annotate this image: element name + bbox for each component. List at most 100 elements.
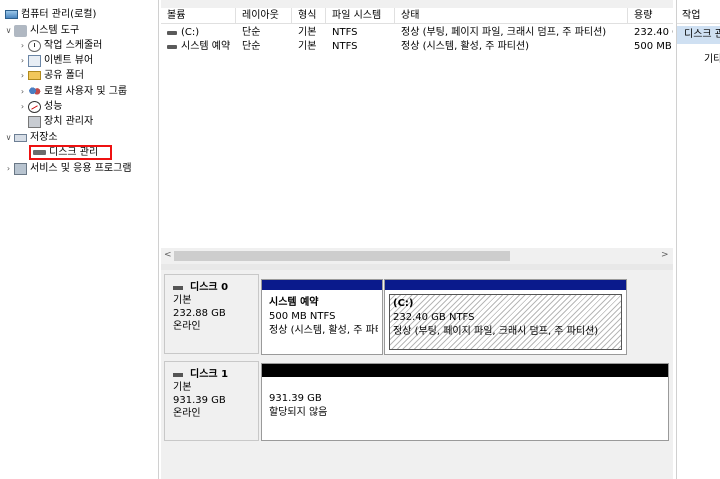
tree-item-task-scheduler[interactable]: › 작업 스케줄러 <box>18 38 102 53</box>
chevron-down-icon[interactable]: ∨ <box>4 130 13 145</box>
tree-item-shared-folders[interactable]: › 공유 폴더 <box>18 68 84 83</box>
actions-more[interactable]: 기타 작업 <box>704 50 720 65</box>
volume-filesystem: NTFS <box>332 41 358 52</box>
pane-splitter[interactable] <box>161 264 673 270</box>
partition-unallocated-info: 931.39 GB 할당되지 않음 <box>266 382 664 436</box>
volume-filesystem: NTFS <box>332 27 358 38</box>
primary-partition-bar <box>262 280 382 290</box>
horizontal-scrollbar[interactable]: < > <box>161 248 673 264</box>
tree-item-services-apps-label: 서비스 및 응용 프로그램 <box>30 163 132 174</box>
tree-item-storage[interactable]: ∨ 저장소 <box>4 130 58 145</box>
partition-size-fs: 500 MB NTFS <box>269 311 336 322</box>
column-header-capacity[interactable]: 용량 <box>628 8 673 24</box>
actions-pane: 작업 디스크 관리 기타 작업 <box>676 0 720 479</box>
partition-unallocated[interactable]: 931.39 GB 할당되지 않음 <box>261 363 669 441</box>
volume-status: 정상 (시스템, 활성, 주 파티션) <box>401 41 530 52</box>
chevron-right-icon[interactable]: › <box>18 53 27 68</box>
disk-1-state: 온라인 <box>173 408 201 419</box>
tree-item-device-manager-label: 장치 관리자 <box>44 116 94 127</box>
tree-item-local-users[interactable]: › 로컬 사용자 및 그룹 <box>18 84 127 99</box>
chevron-right-icon[interactable]: › <box>18 38 27 53</box>
chevron-right-icon[interactable]: › <box>18 84 27 99</box>
performance-icon <box>28 100 41 113</box>
tree-item-task-scheduler-label: 작업 스케줄러 <box>44 40 103 51</box>
primary-partition-bar <box>385 280 626 290</box>
tree-item-system-tools-label: 시스템 도구 <box>30 25 80 36</box>
volume-type: 기본 <box>298 41 317 52</box>
tree-item-storage-label: 저장소 <box>30 132 58 143</box>
partition-system-reserved-info: 시스템 예약 500 MB NTFS 정상 (시스템, 활성, 주 파티션) <box>266 294 378 350</box>
tree-item-event-viewer-label: 이벤트 뷰어 <box>44 55 94 66</box>
disk-management-pane: 볼륨 레이아웃 형식 파일 시스템 상태 용량 (C:) 단순 기본 NTFS … <box>161 0 673 479</box>
volume-icon <box>167 31 177 35</box>
tree-item-system-tools[interactable]: ∨ 시스템 도구 <box>4 23 79 38</box>
tree-item-shared-folders-label: 공유 폴더 <box>44 70 84 81</box>
partition-c-drive[interactable]: (C:) 232.40 GB NTFS 정상 (부팅, 페이지 파일, 크래시 … <box>384 279 627 355</box>
tree-item-performance[interactable]: › 성능 <box>18 99 62 114</box>
services-icon <box>14 162 27 175</box>
chevron-right-icon[interactable]: › <box>4 161 13 176</box>
tree-item-root[interactable]: 컴퓨터 관리(로컬) <box>4 7 96 22</box>
volume-layout: 단순 <box>242 41 261 52</box>
tree-item-performance-label: 성능 <box>44 101 63 112</box>
chevron-right-icon[interactable]: › <box>18 99 27 114</box>
table-row[interactable]: 시스템 예약 단순 기본 NTFS 정상 (시스템, 활성, 주 파티션) 50… <box>161 40 673 54</box>
tree-item-local-users-label: 로컬 사용자 및 그룹 <box>44 86 128 97</box>
partition-c-drive-info: (C:) 232.40 GB NTFS 정상 (부팅, 페이지 파일, 크래시 … <box>389 294 622 350</box>
partition-system-reserved[interactable]: 시스템 예약 500 MB NTFS 정상 (시스템, 활성, 주 파티션) <box>261 279 383 355</box>
column-header-layout[interactable]: 레이아웃 <box>236 8 292 24</box>
volume-name: (C:) <box>181 27 200 38</box>
tree-item-root-label: 컴퓨터 관리(로컬) <box>21 9 97 20</box>
disk-1-label[interactable]: 디스크 1 기본 931.39 GB 온라인 <box>164 361 259 441</box>
tree-item-services-apps[interactable]: › 서비스 및 응용 프로그램 <box>4 161 132 176</box>
disk-0-size: 232.88 GB <box>173 308 226 319</box>
storage-icon <box>14 133 27 142</box>
disk-1-type: 기본 <box>173 382 192 393</box>
disk-0-type: 기본 <box>173 295 192 306</box>
tree-item-event-viewer[interactable]: › 이벤트 뷰어 <box>18 53 93 68</box>
disk-icon <box>173 285 183 290</box>
partition-title: (C:) <box>393 298 414 309</box>
tree-item-device-manager[interactable]: 장치 관리자 <box>27 114 93 129</box>
disk-0-label[interactable]: 디스크 0 기본 232.88 GB 온라인 <box>164 274 259 354</box>
partition-status: 정상 (시스템, 활성, 주 파티션) <box>269 325 378 336</box>
partition-size-fs: 232.40 GB NTFS <box>393 312 475 323</box>
volume-type: 기본 <box>298 27 317 38</box>
disk-icon <box>173 372 183 377</box>
volume-list-header: 볼륨 레이아웃 형식 파일 시스템 상태 용량 <box>161 8 673 24</box>
volume-capacity: 232.40 GB <box>634 27 673 38</box>
scrollbar-thumb[interactable] <box>174 251 510 261</box>
chevron-down-icon[interactable]: ∨ <box>4 23 13 38</box>
disk-1-name: 디스크 1 <box>173 368 258 381</box>
computer-management-icon <box>5 10 18 19</box>
actions-disk-management[interactable]: 디스크 관리 <box>677 26 720 44</box>
actions-title: 작업 <box>677 8 720 24</box>
column-header-status[interactable]: 상태 <box>395 8 628 24</box>
users-icon <box>28 85 41 98</box>
chevron-right-icon[interactable]: › <box>18 68 27 83</box>
column-header-filesystem[interactable]: 파일 시스템 <box>326 8 395 24</box>
event-viewer-icon <box>28 54 41 67</box>
volume-layout: 단순 <box>242 27 261 38</box>
volume-capacity: 500 MB <box>634 41 672 52</box>
partition-status: 할당되지 않음 <box>269 407 328 418</box>
scroll-left-icon[interactable]: < <box>164 250 172 260</box>
disk-0-state: 온라인 <box>173 321 201 332</box>
disk-0-name: 디스크 0 <box>173 281 258 294</box>
table-row[interactable]: (C:) 단순 기본 NTFS 정상 (부팅, 페이지 파일, 크래시 덤프, … <box>161 26 673 40</box>
partition-status: 정상 (부팅, 페이지 파일, 크래시 덤프, 주 파티션) <box>393 326 599 337</box>
column-header-type[interactable]: 형식 <box>292 8 326 24</box>
device-manager-icon <box>28 115 41 128</box>
clock-icon <box>28 39 41 52</box>
volume-name: 시스템 예약 <box>181 41 231 52</box>
scroll-right-icon[interactable]: > <box>661 250 669 260</box>
folder-icon <box>28 71 41 80</box>
column-header-volume[interactable]: 볼륨 <box>161 8 236 24</box>
tools-icon <box>14 24 27 37</box>
volume-list: (C:) 단순 기본 NTFS 정상 (부팅, 페이지 파일, 크래시 덤프, … <box>161 24 673 248</box>
partition-size: 931.39 GB <box>269 393 322 404</box>
volume-status: 정상 (부팅, 페이지 파일, 크래시 덤프, 주 파티션) <box>401 27 607 38</box>
unallocated-bar <box>262 364 668 377</box>
console-tree: 컴퓨터 관리(로컬) ∨ 시스템 도구 › 작업 스케줄러 › 이벤트 뷰어 ›… <box>0 0 159 479</box>
disk-1-size: 931.39 GB <box>173 395 226 406</box>
